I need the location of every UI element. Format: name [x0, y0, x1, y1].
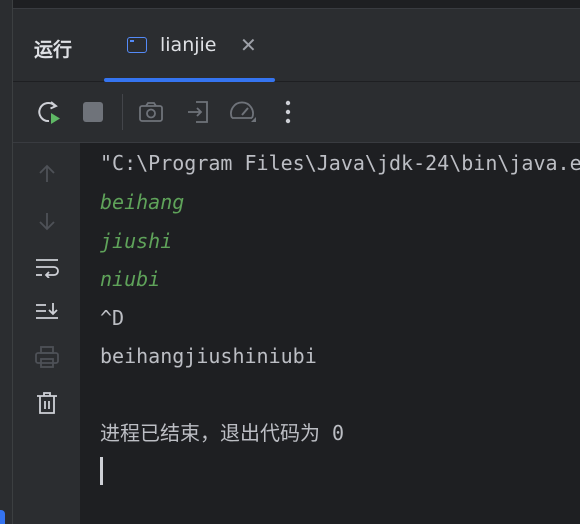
left-edge-strip	[0, 0, 13, 524]
command-line: "C:\Program Files\Java\jdk-24\bin\java.e…	[100, 151, 580, 175]
scroll-to-end-icon	[36, 303, 58, 319]
attach-button[interactable]	[182, 96, 214, 128]
active-tool-indicator	[0, 510, 5, 524]
scroll-up-button[interactable]	[31, 158, 63, 190]
more-icon	[285, 100, 291, 124]
print-icon	[35, 346, 59, 368]
eof-line: ^D	[100, 306, 125, 330]
print-button[interactable]	[31, 341, 63, 373]
rerun-icon	[38, 101, 60, 124]
scroll-to-end-button[interactable]	[31, 296, 63, 328]
run-toolbar	[13, 82, 580, 143]
text-caret	[100, 457, 103, 485]
trash-icon	[37, 392, 57, 414]
top-strip	[0, 0, 580, 9]
stop-button[interactable]	[77, 96, 109, 128]
profiler-icon	[230, 101, 256, 122]
toolbar-separator	[122, 94, 123, 130]
exit-status-line: 进程已结束，退出代码为 0	[100, 421, 345, 445]
screenshot-button[interactable]	[135, 96, 167, 128]
terminal-icon	[127, 37, 147, 53]
more-button[interactable]	[272, 96, 304, 128]
run-panel-header: 运行 lianjie ✕	[13, 9, 580, 82]
clear-all-button[interactable]	[31, 387, 63, 419]
user-input-line: niubi	[100, 267, 161, 291]
console-output[interactable]: "C:\Program Files\Java\jdk-24\bin\java.e…	[81, 143, 580, 524]
close-tab-icon[interactable]: ✕	[240, 33, 257, 57]
console-side-toolbar	[13, 143, 81, 524]
profiler-button[interactable]	[227, 96, 259, 128]
screenshot-icon	[139, 102, 163, 122]
user-input-line: beihang	[100, 190, 185, 214]
scroll-down-button[interactable]	[31, 205, 63, 237]
user-input-line: jiushi	[100, 229, 173, 253]
soft-wrap-button[interactable]	[31, 251, 63, 283]
program-output-line: beihangjiushiniubi	[100, 344, 317, 368]
arrow-up-icon	[39, 164, 55, 182]
stop-icon	[83, 102, 103, 122]
panel-title: 运行	[34, 39, 73, 61]
tab-label: lianjie	[160, 34, 217, 56]
arrow-down-icon	[39, 213, 55, 231]
rerun-button[interactable]	[33, 96, 65, 128]
tab-lianjie[interactable]: lianjie ✕	[104, 9, 275, 82]
soft-wrap-icon	[36, 259, 59, 278]
attach-icon	[188, 101, 208, 123]
